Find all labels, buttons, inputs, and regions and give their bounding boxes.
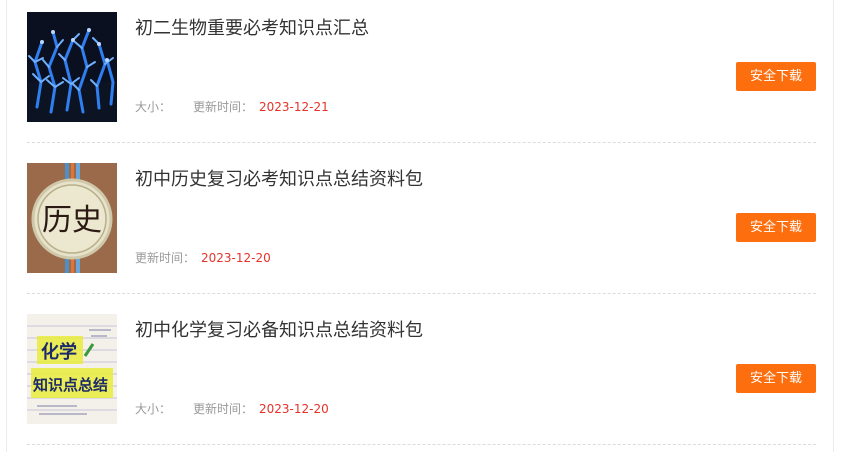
date-value: 2023-12-20 [259,402,329,416]
date-value: 2023-12-21 [259,100,329,114]
item-title[interactable]: 初中历史复习必考知识点总结资料包 [135,168,423,192]
list-item: 历史 初中历史复习必考知识点总结资料包 更新时间： 2023-12-20 安全下载 [27,151,816,301]
list-item: 初二生物重要必考知识点汇总 大小： 更新时间： 2023-12-21 安全下载 [27,0,816,150]
download-button[interactable]: 安全下载 [736,364,816,393]
date-label: 更新时间： [135,251,196,265]
size-label: 大小： [135,100,172,114]
date-label: 更新时间： [193,402,254,416]
item-meta: 更新时间： 2023-12-20 [135,250,271,266]
item-meta: 大小： 更新时间： 2023-12-21 [135,99,329,115]
divider [27,293,816,294]
item-title[interactable]: 初中化学复习必备知识点总结资料包 [135,319,423,343]
history-seal-icon[interactable]: 历史 [27,163,117,273]
blue-plant-photo-icon[interactable] [27,12,117,122]
chemistry-notes-icon[interactable]: 化学 知识点总结 [27,314,117,424]
date-value: 2023-12-20 [201,251,271,265]
divider [27,142,816,143]
list-item: 化学 知识点总结 初中化学复习必备知识点总结资料包 大小： 更新时间： 2023-1… [27,302,816,452]
thumbnail-line1: 化学 [41,341,77,363]
item-title[interactable]: 初二生物重要必考知识点汇总 [135,17,369,41]
item-meta: 大小： 更新时间： 2023-12-20 [135,401,329,417]
download-list-panel: 初二生物重要必考知识点汇总 大小： 更新时间： 2023-12-21 安全下载 历史… [6,0,834,452]
divider [27,444,816,445]
download-button[interactable]: 安全下载 [736,62,816,91]
download-button[interactable]: 安全下载 [736,213,816,242]
date-label: 更新时间： [193,100,254,114]
size-label: 大小： [135,402,172,416]
thumbnail-label: 历史 [42,203,102,238]
thumbnail-line2: 知识点总结 [33,376,108,394]
